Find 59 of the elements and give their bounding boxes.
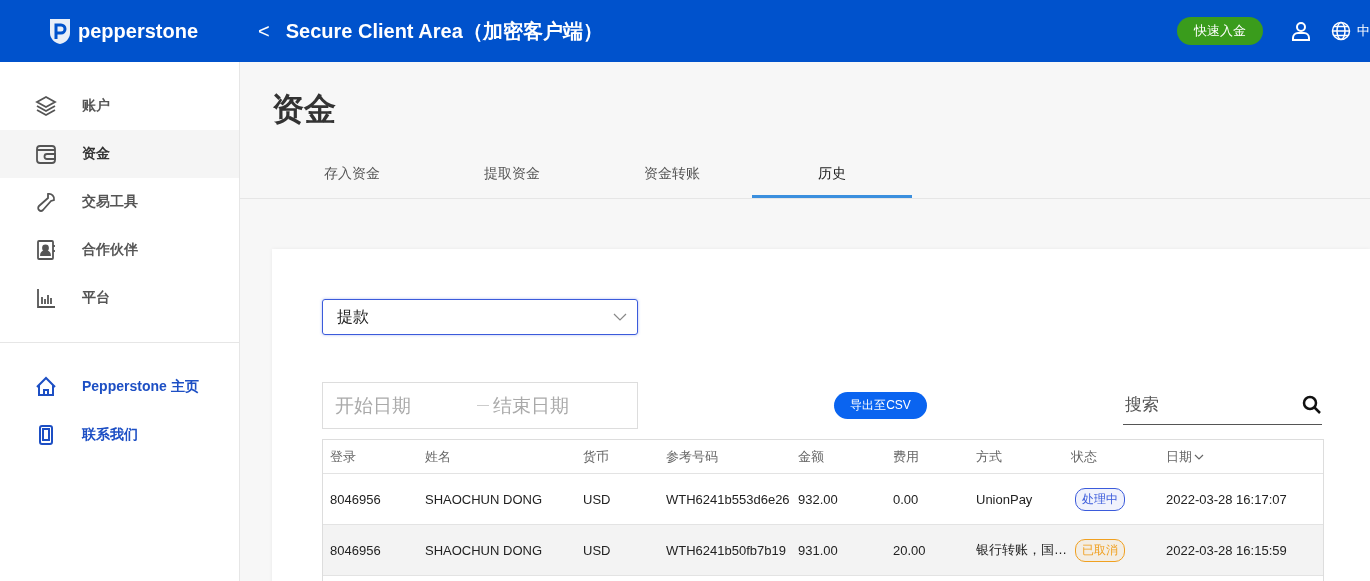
- table-cell-text: SHAOCHUN DONG: [425, 542, 543, 558]
- chevron-down-icon: [613, 313, 627, 321]
- logo-icon: [48, 17, 72, 45]
- user-icon[interactable]: [1291, 21, 1311, 41]
- bar-chart-icon: [34, 286, 58, 310]
- deposit-button[interactable]: 快速入金: [1177, 17, 1263, 45]
- column-header[interactable]: 日期: [1166, 447, 1323, 466]
- table-cell-text: WTH6241b50fb7b19: [666, 542, 787, 558]
- sidebar-item[interactable]: 平台: [0, 274, 239, 322]
- table-cell-text: USD: [583, 542, 612, 558]
- table-cell-text: 8046956: [330, 542, 382, 558]
- tab[interactable]: 存入资金: [272, 152, 432, 198]
- column-header[interactable]: 货币: [583, 447, 666, 466]
- type-dropdown[interactable]: 提款: [322, 299, 638, 335]
- sidebar-link[interactable]: Pepperstone 主页: [82, 378, 199, 396]
- page-title: 资金: [272, 90, 337, 129]
- column-header[interactable]: 登录: [330, 447, 425, 466]
- export-button[interactable]: 导出至CSV: [834, 392, 927, 419]
- table-cell-text: 931.00: [798, 542, 839, 558]
- table-cell-text: 0.00: [893, 491, 920, 507]
- table-row[interactable]: 8046956 SHAOCHUN DONG USD WTH6241b50fb7b19 931.00 20.00 银行转账，国… 已取消 2022-03-28 16:15:59: [323, 525, 1323, 576]
- sidebar-link[interactable]: 联系我们: [82, 426, 138, 444]
- sidebar-item[interactable]: 交易工具: [0, 178, 239, 226]
- layers-icon: [34, 94, 58, 118]
- table-cell-text: USD: [583, 491, 612, 507]
- column-header[interactable]: 金额: [798, 447, 893, 466]
- column-header[interactable]: 费用: [893, 447, 976, 466]
- home-icon: [34, 375, 58, 399]
- sidebar-item[interactable]: 账户: [0, 82, 239, 130]
- table-cell-text: 2022-03-28 16:15:59: [1166, 542, 1288, 558]
- table-cell-text: 2022-03-28 16:17:07: [1166, 491, 1288, 507]
- back-button[interactable]: <: [258, 19, 270, 43]
- table-cell-text: SHAOCHUN DONG: [425, 491, 543, 507]
- table-cell-text: 银行转账，国…: [976, 541, 1068, 559]
- sidebar-item[interactable]: 资金: [0, 130, 239, 178]
- tab[interactable]: 提取资金: [432, 152, 592, 198]
- status-badge: 已取消: [1075, 538, 1125, 562]
- globe-icon[interactable]: [1331, 21, 1351, 41]
- window-title: Secure Client Area（加密客户端）: [285, 18, 604, 44]
- tab[interactable]: 资金转账: [592, 152, 752, 198]
- table-cell-text: WTH6241b553d6e26: [666, 491, 791, 507]
- table-cell-text: 8046956: [330, 491, 382, 507]
- table-cell-text: 932.00: [798, 491, 839, 507]
- contact-book-icon: [34, 238, 58, 262]
- wallet-icon: [34, 142, 58, 166]
- sort-down-icon: [1194, 453, 1204, 460]
- logo[interactable]: pepperstone: [78, 19, 199, 43]
- table-cell-text: UnionPay: [976, 491, 1034, 507]
- wrench-icon: [34, 190, 58, 214]
- tab[interactable]: 历史: [752, 152, 912, 198]
- status-badge: 处理中: [1075, 487, 1125, 511]
- table-cell-text: 20.00: [893, 542, 927, 558]
- sidebar-item[interactable]: 合作伙伴: [0, 226, 239, 274]
- column-header[interactable]: 参考号码: [666, 447, 798, 466]
- search-icon[interactable]: [1302, 395, 1322, 415]
- column-header[interactable]: 方式: [976, 447, 1071, 466]
- column-header[interactable]: 状态: [1071, 447, 1166, 466]
- language-selector[interactable]: 中: [1357, 22, 1370, 40]
- column-header[interactable]: 姓名: [425, 447, 583, 466]
